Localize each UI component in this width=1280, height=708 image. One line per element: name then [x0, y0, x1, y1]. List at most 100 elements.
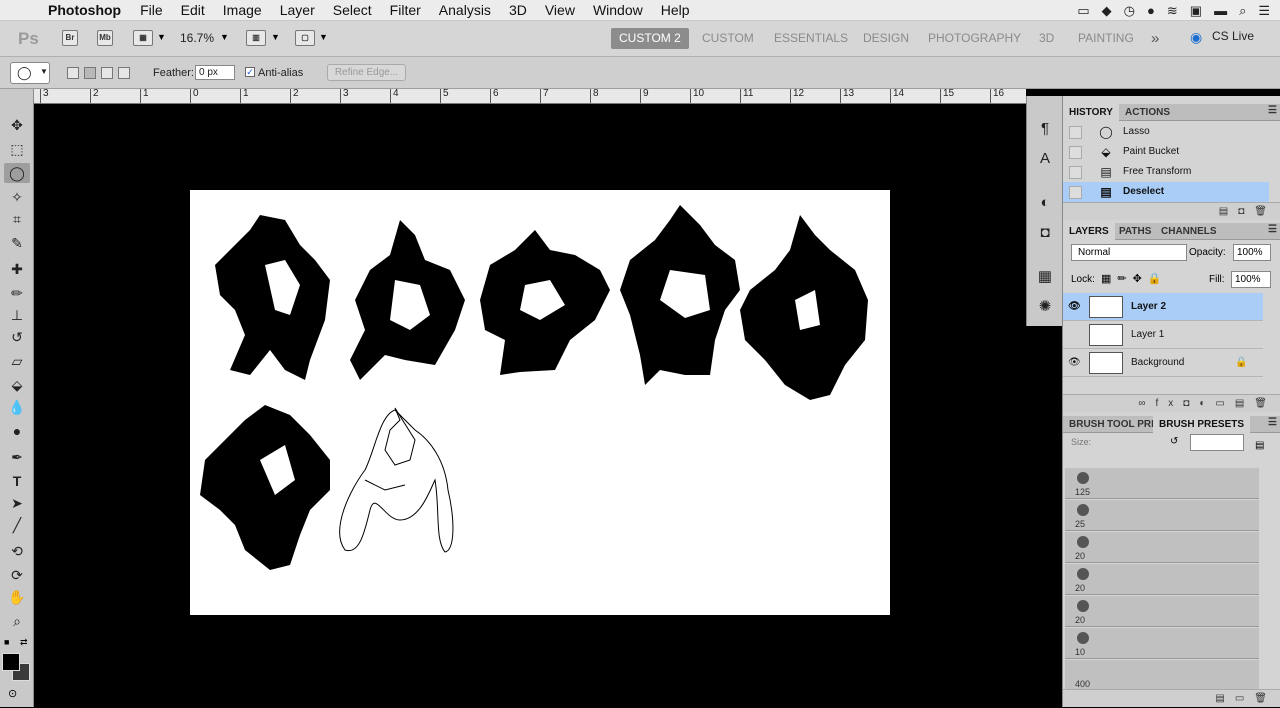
3d-orbit-tool-icon[interactable]: ⟳	[4, 565, 30, 585]
eye-icon[interactable]: 👁	[1068, 301, 1081, 313]
brush-preset[interactable]: 20	[1065, 564, 1259, 595]
tab-actions[interactable]: ACTIONS	[1119, 104, 1176, 121]
trash-icon[interactable]: 🗑	[1254, 206, 1277, 217]
eye-icon[interactable]: 👁	[1068, 357, 1081, 369]
paint-bucket-tool-icon[interactable]: ⬙	[4, 375, 30, 395]
canvas[interactable]	[190, 190, 890, 615]
link-layers-icon[interactable]: ∞	[1138, 398, 1155, 409]
move-tool-icon[interactable]: ✥	[4, 115, 30, 135]
menu-edit[interactable]: Edit	[172, 2, 214, 18]
workspace-3d[interactable]: 3D	[1039, 28, 1054, 49]
arrange-dropdown-icon[interactable]: ▼	[271, 32, 280, 42]
workspace-custom-2[interactable]: CUSTOM 2	[611, 28, 689, 49]
visibility-toggle[interactable]	[1068, 329, 1080, 341]
swatches-icon[interactable]: ▦	[1033, 266, 1057, 288]
swap-colors-icon[interactable]: ⇄	[20, 637, 28, 648]
type-tool-icon[interactable]: T	[4, 471, 30, 491]
history-item[interactable]: ◯ Lasso	[1063, 122, 1269, 142]
tab-channels[interactable]: CHANNELS	[1155, 223, 1223, 240]
panel-menu-icon[interactable]: ☰	[1268, 417, 1277, 428]
line-tool-icon[interactable]: ╱	[4, 515, 30, 535]
tab-history[interactable]: HISTORY	[1063, 104, 1119, 121]
blend-mode-select[interactable]: Normal	[1071, 244, 1187, 261]
history-item[interactable]: ⬙ Paint Bucket	[1063, 142, 1269, 162]
adjustments-icon[interactable]: ◐	[1033, 192, 1057, 214]
history-snapshot-checkbox[interactable]	[1069, 126, 1082, 139]
workspace-essentials[interactable]: ESSENTIALS	[774, 28, 848, 49]
workspace-custom[interactable]: CUSTOM	[702, 28, 754, 49]
brush-tool-icon[interactable]: ✏	[4, 283, 30, 303]
time-machine-icon[interactable]: ◷	[1124, 3, 1135, 19]
wifi-icon[interactable]: ≋	[1167, 3, 1178, 19]
cs-live-button[interactable]: CS Live	[1212, 29, 1254, 43]
menu-window[interactable]: Window	[584, 2, 652, 18]
trash-icon[interactable]: 🗑	[1254, 398, 1277, 409]
new-brush-icon[interactable]: ▭	[1235, 693, 1254, 704]
menu-file[interactable]: File	[131, 2, 172, 18]
menu-help[interactable]: Help	[652, 2, 699, 18]
eraser-tool-icon[interactable]: ▱	[4, 351, 30, 371]
airplay-icon[interactable]: ▣	[1190, 3, 1202, 19]
brush-panel-toggle-icon[interactable]: ▤	[1255, 440, 1264, 451]
menu-filter[interactable]: Filter	[381, 2, 430, 18]
new-group-icon[interactable]: ▭	[1215, 398, 1234, 409]
foreground-color-swatch[interactable]	[2, 653, 20, 671]
styles-icon[interactable]: ✺	[1033, 296, 1057, 318]
default-colors-icon[interactable]: ■	[4, 637, 9, 647]
arrange-documents-icon[interactable]: ▥	[246, 30, 266, 46]
new-snapshot-icon[interactable]: ◘	[1238, 206, 1254, 217]
workspace-photography[interactable]: PHOTOGRAPHY	[928, 28, 1021, 49]
brush-preset[interactable]: 20	[1065, 532, 1259, 563]
brush-size-input[interactable]	[1190, 434, 1244, 451]
document-window[interactable]	[34, 104, 1026, 707]
masks-icon[interactable]: ◘	[1033, 222, 1057, 244]
zoom-tool-icon[interactable]: ⌕	[4, 611, 30, 631]
trash-icon[interactable]: 🗑	[1254, 693, 1277, 704]
crop-tool-icon[interactable]: ⌗	[4, 209, 30, 229]
history-brush-tool-icon[interactable]: ↺	[4, 327, 30, 347]
paragraph-icon[interactable]: ¶	[1033, 118, 1057, 140]
history-item[interactable]: ▤ Free Transform	[1063, 162, 1269, 182]
refine-edge-button[interactable]: Refine Edge...	[327, 64, 406, 81]
marquee-tool-icon[interactable]: ⬚	[4, 139, 30, 159]
mini-bridge-button[interactable]: Mb	[97, 30, 113, 46]
creative-cloud-icon[interactable]: ●	[1147, 3, 1155, 18]
dropbox-icon[interactable]: ◆	[1102, 3, 1112, 19]
brush-preset[interactable]: 10	[1065, 628, 1259, 659]
workspace-painting[interactable]: PAINTING	[1078, 28, 1134, 49]
intersect-selection-icon[interactable]	[118, 67, 130, 79]
menu-analysis[interactable]: Analysis	[430, 2, 500, 18]
panel-menu-icon[interactable]: ☰	[1268, 105, 1277, 116]
brush-preset[interactable]: 20	[1065, 596, 1259, 627]
screen-mode-icon[interactable]: ▢	[295, 30, 315, 46]
history-snapshot-checkbox[interactable]	[1069, 186, 1082, 199]
character-icon[interactable]: A	[1033, 148, 1057, 170]
reset-size-icon[interactable]: ↺	[1170, 436, 1178, 447]
screen-mode-dropdown-icon[interactable]: ▼	[319, 32, 328, 42]
quick-selection-tool-icon[interactable]: ✧	[4, 187, 30, 207]
history-snapshot-checkbox[interactable]	[1069, 146, 1082, 159]
new-layer-icon[interactable]: ▤	[1235, 398, 1254, 409]
user-icon[interactable]: ▬	[1214, 3, 1227, 18]
view-extras-icon[interactable]: ▦	[133, 30, 153, 46]
dodge-tool-icon[interactable]: ●	[4, 421, 30, 441]
spotlight-icon[interactable]: ⌕	[1239, 3, 1246, 19]
screen-record-icon[interactable]: ▭	[1077, 3, 1089, 19]
zoom-dropdown-icon[interactable]: ▼	[220, 32, 229, 42]
tool-preset-picker[interactable]: ◯ ▼	[10, 62, 50, 84]
feather-input[interactable]: 0 px	[195, 65, 235, 80]
menu-layer[interactable]: Layer	[271, 2, 324, 18]
3d-rotate-tool-icon[interactable]: ⟲	[4, 541, 30, 561]
menu-view[interactable]: View	[536, 2, 584, 18]
panel-menu-icon[interactable]: ☰	[1268, 224, 1277, 235]
pen-tool-icon[interactable]: ✒	[4, 447, 30, 467]
path-selection-tool-icon[interactable]: ➤	[4, 493, 30, 513]
workspace-design[interactable]: DESIGN	[863, 28, 909, 49]
menu-image[interactable]: Image	[214, 2, 271, 18]
tab-brush-presets[interactable]: BRUSH PRESETS	[1153, 416, 1251, 433]
layer-row-selected[interactable]: 👁 Layer 2	[1063, 293, 1263, 321]
new-selection-icon[interactable]	[67, 67, 79, 79]
toggle-brush-panel-icon[interactable]: ▤	[1215, 693, 1234, 704]
zoom-level[interactable]: 16.7%	[180, 31, 214, 45]
layer-row[interactable]: 👁 Background 🔒	[1063, 349, 1263, 377]
